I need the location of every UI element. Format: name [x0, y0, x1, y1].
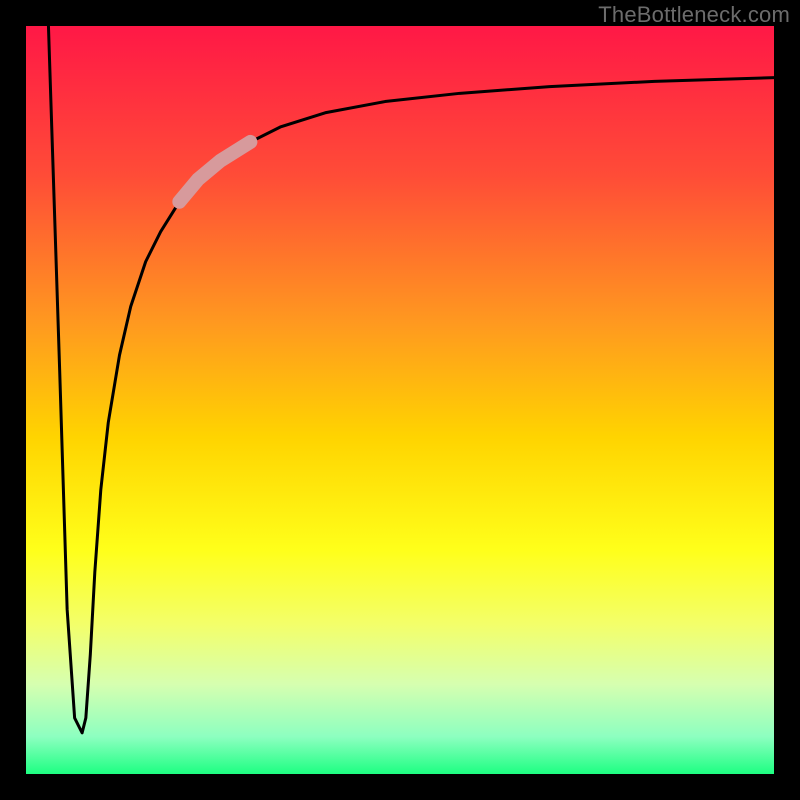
chart-stage: TheBottleneck.com	[0, 0, 800, 800]
watermark-label: TheBottleneck.com	[598, 2, 790, 28]
plot-gradient-background	[26, 26, 774, 774]
chart-svg	[0, 0, 800, 800]
